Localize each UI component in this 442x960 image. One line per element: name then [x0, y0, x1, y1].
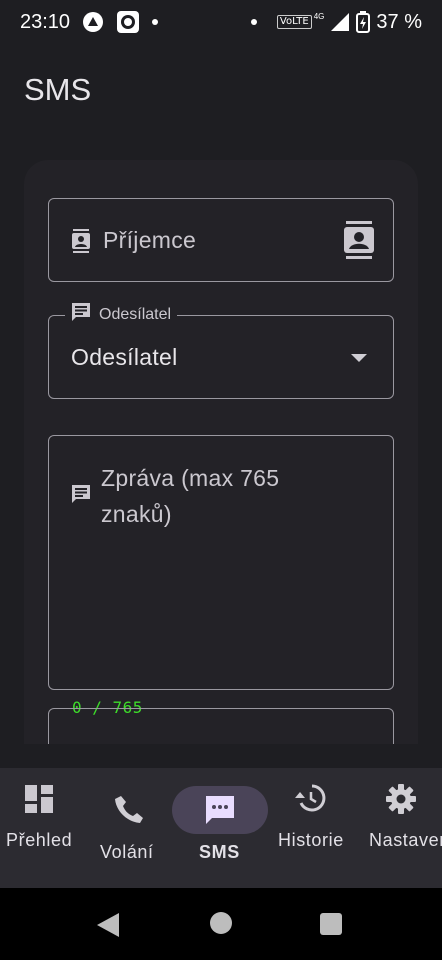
nav-label-settings: Nastavení [369, 830, 442, 850]
app-a-icon [82, 11, 104, 33]
status-bar: 23:10 VoLTE 4G 37 % [0, 0, 442, 44]
status-time: 23:10 [20, 10, 71, 33]
nav-item-sms[interactable]: SMS [172, 768, 270, 888]
dashboard-icon [24, 784, 54, 819]
nav-label-history: Historie [278, 830, 344, 850]
battery-percent: 37 % [376, 10, 422, 33]
notification-dot-icon [250, 19, 257, 25]
battery-charging-icon [356, 11, 371, 33]
volte-icon: VoLTE [276, 15, 312, 29]
message-icon [71, 302, 91, 327]
nav-item-settings[interactable]: Nastavení [366, 768, 442, 888]
home-icon[interactable] [210, 912, 232, 934]
nav-item-overview[interactable]: Přehled [0, 768, 80, 888]
signal-icon [330, 12, 350, 32]
contacts-picker-icon[interactable] [343, 221, 375, 264]
chevron-down-icon [351, 354, 367, 362]
nav-label-sms: SMS [199, 842, 240, 862]
bottom-navigation: Přehled Volání SMS Historie Nastave [0, 768, 442, 888]
sender-select[interactable]: Odesílatel Odesílatel [48, 302, 394, 399]
sender-label: Odesílatel [99, 305, 172, 323]
recents-icon[interactable] [320, 913, 342, 935]
back-icon[interactable] [96, 912, 120, 943]
network-type: 4G [313, 12, 325, 21]
sms-icon [204, 794, 236, 831]
recipient-field[interactable]: Příjemce [48, 198, 394, 282]
settings-icon [386, 784, 416, 819]
notification-dot-icon [152, 19, 159, 25]
nav-label-calls: Volání [100, 842, 154, 862]
message-placeholder: Zpráva (max 765 znaků) [101, 465, 280, 527]
sms-form-card: Příjemce Odesílatel Odesílatel Zpráva (m… [24, 160, 418, 744]
nav-label-overview: Přehled [6, 830, 73, 850]
sender-legend: Odesílatel [65, 302, 178, 327]
contact-icon [71, 229, 91, 258]
message-icon [71, 484, 91, 509]
system-navigation-bar [0, 888, 442, 960]
phone-icon [114, 794, 144, 829]
recipient-placeholder: Příjemce [103, 227, 197, 253]
sender-value: Odesílatel [71, 344, 178, 370]
history-icon [294, 784, 326, 817]
nav-item-history[interactable]: Historie [276, 768, 352, 888]
camera-icon [116, 10, 140, 34]
page-title: SMS [24, 72, 92, 107]
message-textarea[interactable]: Zpráva (max 765 znaků) [48, 435, 394, 690]
nav-item-calls[interactable]: Volání [92, 768, 168, 888]
next-field[interactable] [48, 708, 394, 744]
